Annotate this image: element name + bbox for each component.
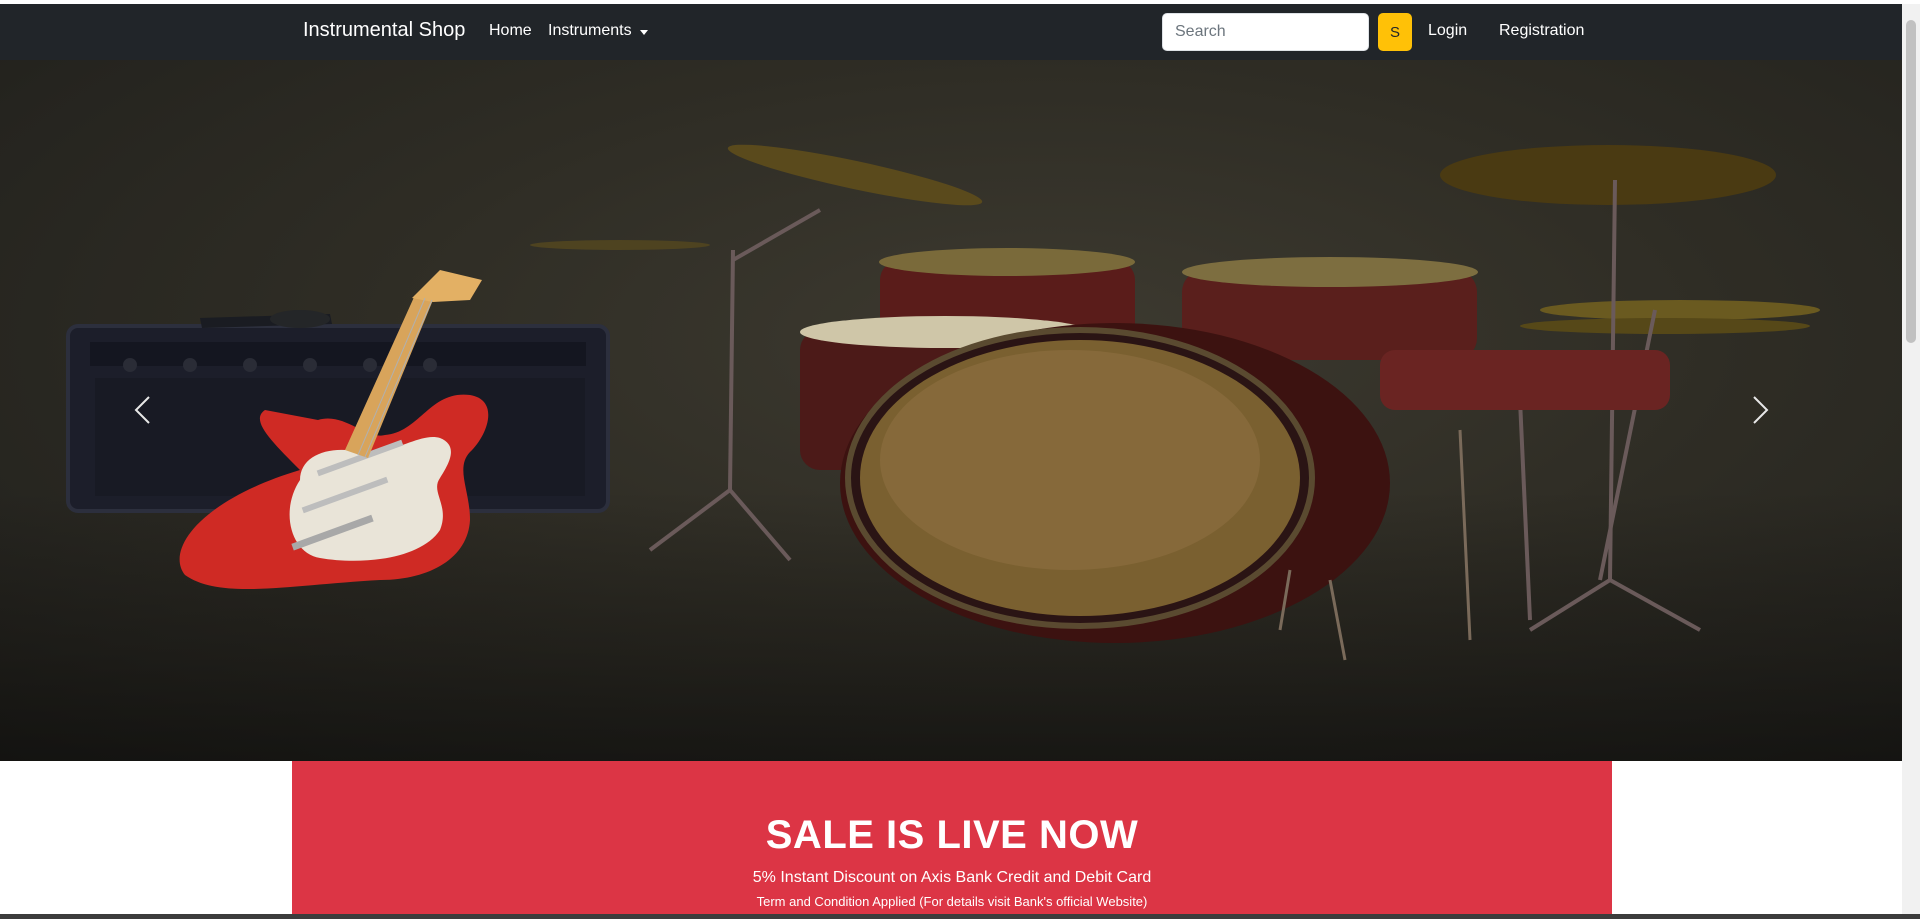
chevron-left-icon [134,396,150,424]
search-button[interactable]: S [1378,13,1412,51]
brand-link[interactable]: Instrumental Shop [303,19,465,42]
chevron-right-icon [1753,396,1769,424]
window-bottom-edge [0,914,1920,919]
nav-instruments-label: Instruments [548,22,632,39]
nav-home-link[interactable]: Home [489,22,532,40]
search-input[interactable] [1162,13,1369,51]
sale-title: SALE IS LIVE NOW [765,813,1139,857]
page: Instrumental Shop Home Instruments S Log… [0,4,1902,914]
carousel-prev-button[interactable] [113,360,173,460]
scrollbar-thumb[interactable] [1906,20,1916,343]
sale-banner: SALE IS LIVE NOW 5% Instant Discount on … [292,761,1612,914]
drum-kit-image [530,144,1820,661]
navbar: Instrumental Shop Home Instruments S Log… [0,4,1902,60]
nav-registration-link[interactable]: Registration [1499,22,1584,40]
carousel-image-instruments [66,144,1820,661]
hero-carousel [0,60,1902,761]
carousel-next-button[interactable] [1730,360,1790,460]
nav-instruments-dropdown[interactable]: Instruments [548,22,648,40]
sale-terms-note: Term and Condition Applied (For details … [756,894,1148,909]
nav-login-link[interactable]: Login [1428,22,1467,40]
caret-down-icon [639,29,648,35]
page-scrollbar[interactable] [1902,4,1920,914]
sale-discount-text: 5% Instant Discount on Axis Bank Credit … [752,869,1152,886]
